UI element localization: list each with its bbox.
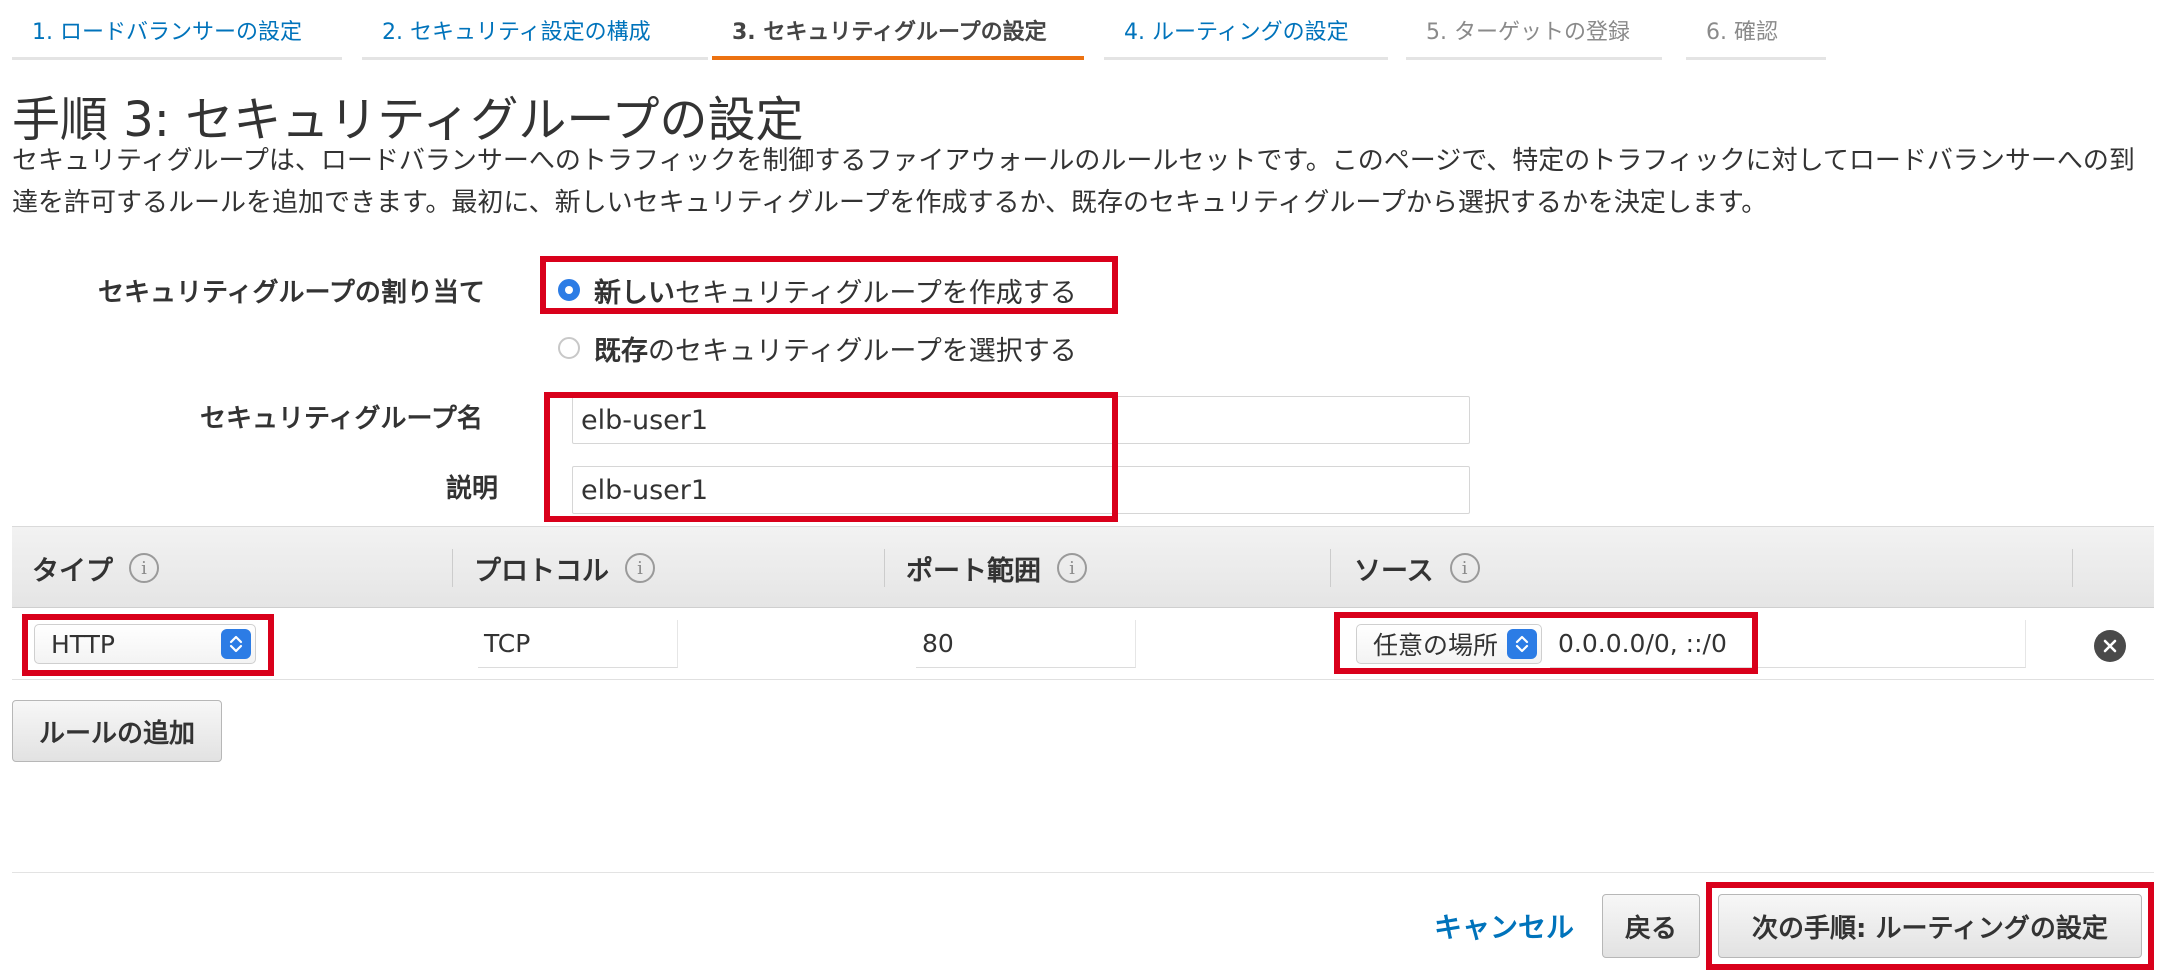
wizard-step-label: 4. ルーティングの設定 [1124, 20, 1349, 45]
radio-create-new-bold: 新しい [594, 277, 675, 309]
wizard-step-label: 3. セキュリティグループの設定 [732, 20, 1047, 45]
wizard-step-6: 6. 確認 [1686, 0, 1826, 60]
source-select[interactable]: 任意の場所 [1356, 624, 1542, 664]
info-icon[interactable]: i [129, 553, 159, 583]
column-header-protocol: プロトコル i [474, 527, 655, 609]
column-divider [2072, 549, 2073, 587]
radio-create-new-label: セキュリティグループを作成する [675, 277, 1077, 309]
security-group-name-label: セキュリティグループ名 [200, 404, 483, 434]
column-divider [884, 549, 885, 587]
radio-create-new[interactable]: 新しい セキュリティグループを作成する [558, 270, 1077, 310]
security-group-name-input[interactable] [572, 396, 1470, 444]
column-header-type: タイプ i [32, 527, 159, 609]
cancel-link[interactable]: キャンセル [1434, 906, 1574, 946]
source-cidr-field[interactable]: 0.0.0.0/0, ::/0 [1550, 620, 2026, 668]
remove-rule-icon[interactable] [2094, 630, 2126, 662]
source-select-value: 任意の場所 [1373, 631, 1499, 660]
footer-divider [12, 872, 2154, 873]
type-select[interactable]: HTTP [34, 624, 256, 664]
next-step-button[interactable]: 次の手順: ルーティングの設定 [1718, 894, 2142, 958]
select-arrows-icon[interactable] [1507, 629, 1537, 659]
security-group-description-label: 説明 [446, 474, 499, 504]
assign-label: セキュリティグループの割り当て [98, 278, 485, 308]
info-icon[interactable]: i [1057, 553, 1087, 583]
column-header-port-range: ポート範囲 i [906, 527, 1087, 609]
wizard-step-label: 5. ターゲットの登録 [1426, 20, 1630, 45]
security-group-description-input[interactable] [572, 466, 1470, 514]
wizard-step-5: 5. ターゲットの登録 [1406, 0, 1662, 60]
back-button[interactable]: 戻る [1602, 894, 1700, 958]
info-icon[interactable]: i [1449, 553, 1480, 583]
wizard-step-1[interactable]: 1. ロードバランサーの設定 [12, 0, 342, 60]
column-header-label: プロトコル [474, 555, 609, 587]
wizard-step-label: 6. 確認 [1706, 20, 1778, 45]
column-header-label: タイプ [32, 555, 113, 587]
info-icon[interactable]: i [625, 553, 655, 583]
wizard-steps: 1. ロードバランサーの設定 2. セキュリティ設定の構成 3. セキュリティグ… [0, 0, 2166, 60]
column-header-source: ソース i [1354, 527, 1480, 609]
wizard-step-4[interactable]: 4. ルーティングの設定 [1104, 0, 1388, 60]
rules-table-header: タイプ i プロトコル i ポート範囲 i ソース i [12, 526, 2154, 608]
type-select-value: HTTP [51, 629, 115, 659]
select-arrows-icon[interactable] [221, 629, 251, 659]
radio-select-existing-label: のセキュリティグループを選択する [648, 335, 1077, 367]
page-description: セキュリティグループは、ロードバランサーへのトラフィックを制御するファイアウォー… [12, 146, 2135, 218]
column-divider [1330, 549, 1331, 587]
column-header-label: ソース [1354, 555, 1434, 587]
wizard-step-label: 2. セキュリティ設定の構成 [382, 20, 651, 45]
add-rule-button[interactable]: ルールの追加 [12, 700, 222, 762]
radio-checked-icon[interactable] [558, 279, 580, 301]
port-range-field[interactable]: 80 [916, 620, 1136, 668]
column-header-label: ポート範囲 [906, 555, 1041, 587]
protocol-field: TCP [478, 620, 678, 668]
wizard-step-3[interactable]: 3. セキュリティグループの設定 [712, 0, 1084, 60]
radio-select-existing[interactable]: 既存 のセキュリティグループを選択する [558, 328, 1077, 368]
wizard-step-2[interactable]: 2. セキュリティ設定の構成 [362, 0, 708, 60]
wizard-step-label: 1. ロードバランサーの設定 [32, 20, 302, 45]
column-divider [452, 549, 453, 587]
radio-select-existing-bold: 既存 [594, 335, 648, 367]
radio-unchecked-icon[interactable] [558, 337, 580, 359]
